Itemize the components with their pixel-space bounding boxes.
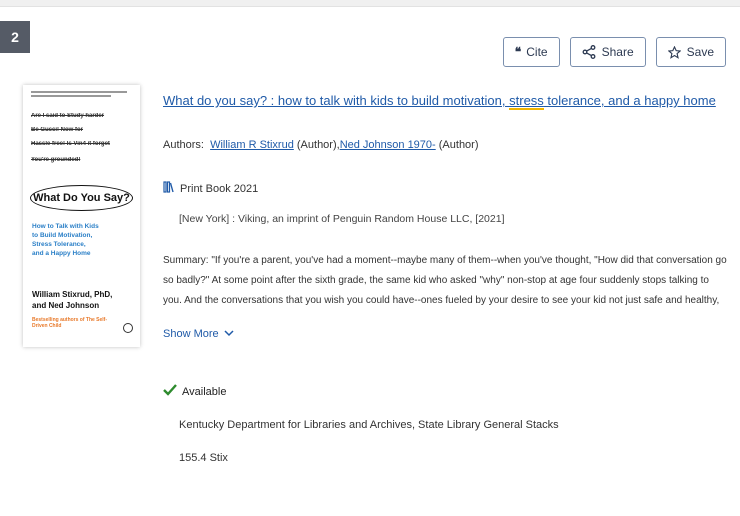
chevron-down-icon bbox=[224, 328, 234, 340]
cover-struck-line: You're grounded! bbox=[31, 157, 81, 163]
cover-title: What Do You Say? bbox=[30, 185, 133, 211]
availability-status: Available bbox=[163, 384, 226, 399]
book-cover-image[interactable]: Are I said to Study harder Be Gucci! Now… bbox=[23, 85, 140, 347]
share-label: Share bbox=[601, 45, 634, 59]
cover-top-text bbox=[31, 91, 131, 99]
cover-tagline: Bestselling authors of The Self-Driven C… bbox=[32, 317, 108, 329]
quote-icon: ❝ bbox=[514, 45, 522, 59]
result-number-badge: 2 bbox=[0, 21, 30, 53]
author-role: (Author) bbox=[438, 139, 479, 151]
summary-label: Summary: bbox=[163, 255, 209, 266]
authors-line: Authors: William R Stixrud (Author),Ned … bbox=[163, 139, 479, 151]
show-more-button[interactable]: Show More bbox=[163, 328, 234, 340]
save-button[interactable]: Save bbox=[655, 37, 726, 67]
share-button[interactable]: Share bbox=[569, 37, 646, 67]
holding-location: Kentucky Department for Libraries and Ar… bbox=[179, 419, 559, 431]
format-label: Print Book 2021 bbox=[180, 182, 259, 195]
show-more-label: Show More bbox=[163, 328, 219, 340]
call-number: 155.4 Stix bbox=[179, 452, 228, 464]
cover-struck-line: Are I said to Study harder bbox=[31, 113, 105, 119]
author-link-johnson[interactable]: Ned Johnson 1970- bbox=[340, 139, 436, 151]
share-icon bbox=[582, 45, 596, 59]
publication-info: [New York] : Viking, an imprint of Pengu… bbox=[179, 213, 505, 225]
cover-struck-line: Be Gucci! Now for bbox=[31, 127, 84, 133]
result-title-link[interactable]: What do you say? : how to talk with kids… bbox=[163, 93, 716, 110]
summary-text: "If you're a parent, you've had a moment… bbox=[163, 255, 727, 306]
availability-label: Available bbox=[182, 385, 227, 398]
author-link-stixrud[interactable]: William R Stixrud bbox=[210, 139, 294, 151]
checkmark-icon bbox=[163, 384, 177, 399]
cover-authors: William Stixrud, PhD, and Ned Johnson bbox=[32, 290, 113, 310]
authors-label: Authors: bbox=[163, 139, 204, 151]
author-role: (Author), bbox=[296, 139, 340, 151]
cite-button[interactable]: ❝ Cite bbox=[502, 37, 560, 67]
format-line: Print Book 2021 bbox=[163, 181, 258, 196]
cover-subtitle: How to Talk with Kids to Build Motivatio… bbox=[32, 223, 99, 257]
publisher-logo-icon bbox=[123, 323, 133, 333]
result-actions: ❝ Cite Share Save bbox=[502, 37, 726, 67]
cover-struck-line: Hassle free! Is Vin4 it forget bbox=[31, 141, 110, 147]
summary: Summary: "If you're a parent, you've had… bbox=[163, 251, 727, 311]
book-icon bbox=[163, 181, 174, 196]
save-label: Save bbox=[686, 45, 714, 59]
cite-label: Cite bbox=[526, 45, 548, 59]
highlighted-term: stress bbox=[509, 93, 544, 110]
search-result-card: 2 ❝ Cite Share Save Are I said to Study … bbox=[0, 6, 740, 516]
star-icon bbox=[667, 45, 681, 59]
